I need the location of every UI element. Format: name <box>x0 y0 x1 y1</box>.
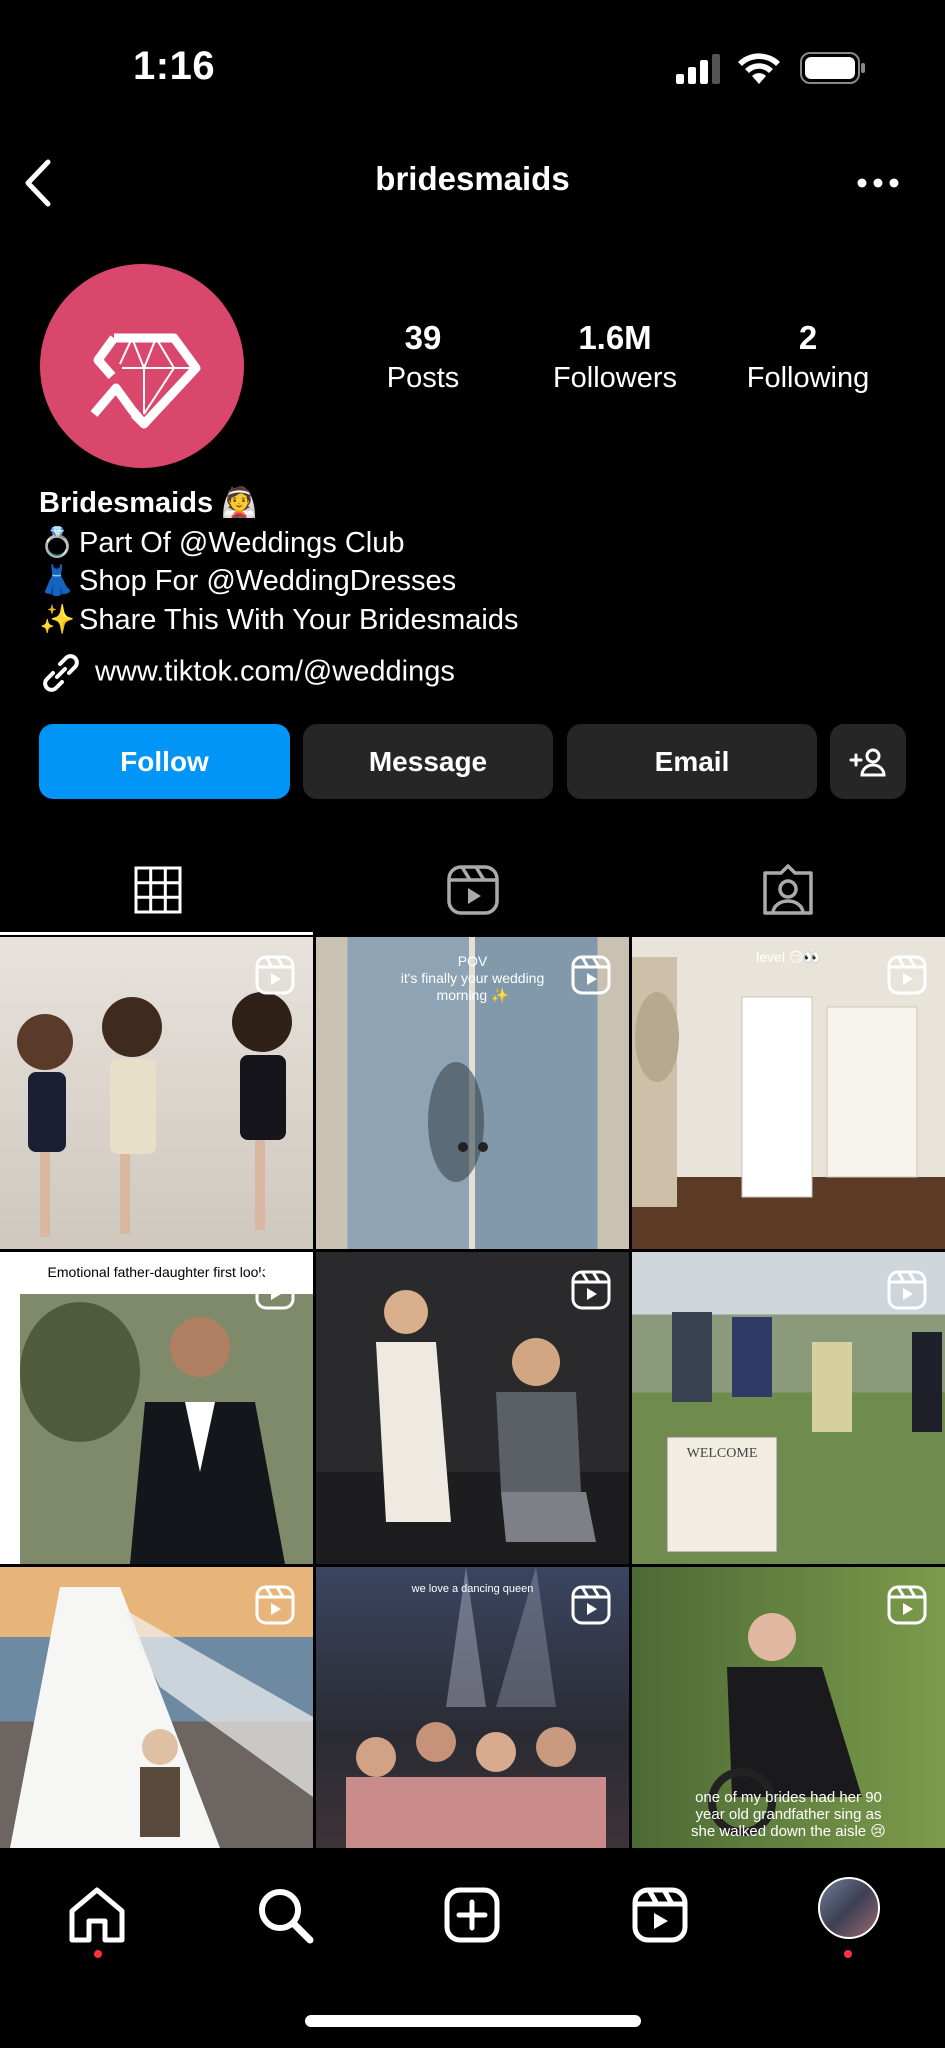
reel-badge-icon <box>255 1585 295 1625</box>
post-thumbnail[interactable]: level 😏👀 <box>632 937 945 1249</box>
posts-count: 39 Posts <box>338 318 508 398</box>
followers-count[interactable]: 1.6M Followers <box>530 318 700 398</box>
reel-badge-icon <box>571 1585 611 1625</box>
status-time: 1:16 <box>133 44 216 88</box>
reel-badge-icon <box>255 1270 295 1310</box>
post-thumbnail[interactable]: Emotional father-daughter first look <box>0 1252 313 1564</box>
message-button[interactable]: Message <box>303 724 553 799</box>
reels-icon <box>632 1887 688 1943</box>
sparkles-emoji: ✨ <box>39 604 76 636</box>
reel-badge-icon <box>887 1270 927 1310</box>
profile-link[interactable]: www.tiktok.com/@weddings <box>39 653 455 693</box>
nav-create[interactable] <box>437 1880 507 1950</box>
reel-badge-icon <box>571 955 611 995</box>
tab-tagged[interactable] <box>630 845 945 935</box>
following-value: 2 <box>798 319 818 356</box>
nav-reels[interactable] <box>625 1880 695 1950</box>
followers-value: 1.6M <box>578 319 652 356</box>
reels-icon <box>446 865 499 915</box>
following-label: Following <box>746 362 870 394</box>
nav-profile-avatar[interactable] <box>818 1877 880 1939</box>
add-user-icon <box>849 748 886 776</box>
reel-badge-icon <box>887 1585 927 1625</box>
bio-line: 👗 Shop For @WeddingDresses <box>39 564 456 598</box>
post-caption: one of my brides had her 90 year old gra… <box>691 1789 886 1840</box>
profile-name: Bridesmaids 👰 <box>39 487 258 519</box>
reel-badge-icon <box>255 955 295 995</box>
home-icon <box>69 1887 125 1943</box>
home-notification-dot <box>94 1950 102 1958</box>
ring-emoji: 💍 <box>39 527 76 559</box>
suggested-users-button[interactable] <box>830 724 906 799</box>
post-thumbnail[interactable]: we love a dancing queen <box>316 1567 629 1848</box>
battery-icon <box>800 52 866 89</box>
bio-text[interactable]: Shop For @WeddingDresses <box>79 565 456 597</box>
wifi-icon <box>738 52 780 89</box>
link-icon <box>43 654 79 692</box>
follow-button[interactable]: Follow <box>39 724 290 799</box>
bio-text: Share This With Your Bridesmaids <box>79 604 519 636</box>
page-title: bridesmaids <box>375 160 570 197</box>
bio-line: ✨ Share This With Your Bridesmaids <box>39 603 519 637</box>
profile-notification-dot <box>844 1950 852 1958</box>
post-thumbnail[interactable]: POV it's finally your wedding morning ✨ <box>316 937 629 1249</box>
post-thumbnail[interactable]: WELCOME <box>632 1252 945 1564</box>
reel-badge-icon <box>571 1270 611 1310</box>
followers-label: Followers <box>552 362 678 394</box>
more-options-button[interactable] <box>855 168 905 198</box>
reel-badge-icon <box>887 955 927 995</box>
create-icon <box>444 1887 500 1943</box>
nav-home[interactable] <box>62 1880 132 1950</box>
posts-label: Posts <box>386 362 460 394</box>
dress-emoji: 👗 <box>39 565 76 597</box>
cellular-signal-icon <box>676 54 724 89</box>
post-thumbnail[interactable] <box>0 937 313 1249</box>
home-indicator <box>305 2015 641 2027</box>
tagged-icon <box>762 864 813 915</box>
active-tab-indicator <box>0 932 313 935</box>
profile-avatar[interactable] <box>40 264 244 468</box>
email-button[interactable]: Email <box>567 724 817 799</box>
post-thumbnail[interactable] <box>0 1567 313 1848</box>
more-horizontal-icon <box>857 178 899 188</box>
bio-text[interactable]: Part Of @Weddings Club <box>79 527 405 559</box>
posts-value: 39 <box>404 319 442 356</box>
tab-posts-grid[interactable] <box>0 845 315 935</box>
bio-line: 💍 Part Of @Weddings Club <box>39 526 405 560</box>
nav-search[interactable] <box>250 1880 320 1950</box>
following-count[interactable]: 2 Following <box>723 318 893 398</box>
link-text[interactable]: www.tiktok.com/@weddings <box>95 656 455 688</box>
tab-reels[interactable] <box>315 845 630 935</box>
post-thumbnail[interactable]: one of my brides had her 90 year old gra… <box>632 1567 945 1848</box>
post-thumbnail[interactable] <box>316 1252 629 1564</box>
bridesmaids-logo-icon <box>90 333 201 429</box>
grid-icon <box>134 866 181 914</box>
post-caption: level 😏👀 <box>756 949 821 965</box>
svg-text:WELCOME: WELCOME <box>687 1446 758 1461</box>
search-icon <box>259 1889 314 1944</box>
